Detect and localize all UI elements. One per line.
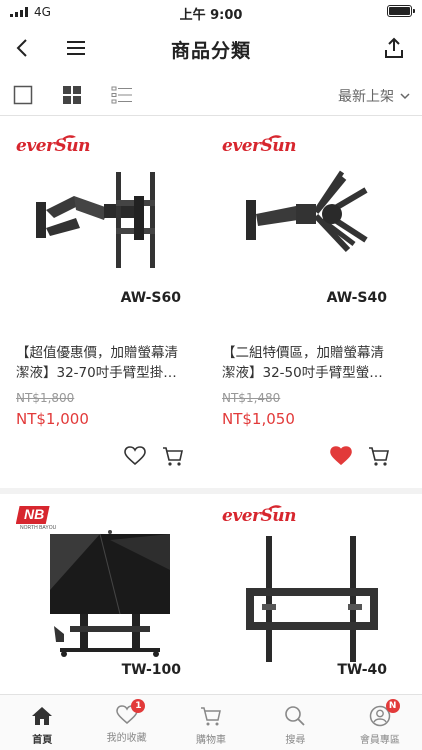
original-price: NT$1,800 [16,391,75,405]
status-time: 上午 9:00 [179,8,243,23]
tab-cart[interactable]: 購物車 [169,695,253,750]
brand-name: everSun [222,136,296,156]
search-icon [285,706,306,726]
brand-name: everSun [222,506,296,526]
sort-label: 最新上架 [338,89,394,105]
tab-bar: 首頁 1 我的收藏 購物車 搜尋 N 會員專區 [0,694,422,750]
tab-label: 首頁 [32,735,53,746]
original-price: NT$1,480 [222,391,281,405]
list-view-single-button[interactable] [12,84,34,106]
row-divider [0,488,422,494]
model-code: TW-40 [337,662,387,678]
product-name-line1: 【超值優惠價，加贈螢幕清 [16,345,178,361]
square-icon [13,85,33,105]
brand-name: NB [24,506,45,522]
product-name-line1: 【二組特價區，加贈螢幕清 [222,345,384,361]
product-image [36,172,155,268]
cart-icon [369,447,389,466]
product-image [50,530,170,657]
page-title: 商品分類 [170,40,251,62]
cart-icon [201,707,221,726]
product-name: 【二組特價區，加贈螢幕清 潔液】32-50吋手臂型螢… [222,343,402,383]
product-card[interactable]: everSun AW-S40 【二組特價區，加贈螢幕清 潔液】32-50吋手臂型… [206,118,411,488]
chevron-down-icon [400,92,410,99]
cart-icon [163,447,183,466]
card-actions [123,444,185,468]
product-image [246,536,378,662]
add-to-cart-button[interactable] [367,444,391,468]
nav-bar: 商品分類 [0,24,422,72]
tab-label: 搜尋 [285,735,306,746]
product-grid: everSun AW-S60 【超值優惠價，加贈螢幕清 潔液】32-70吋手臂型… [0,118,422,694]
model-code: AW-S60 [120,290,181,306]
heart-outline-icon [124,446,146,466]
tab-search[interactable]: 搜尋 [253,695,337,750]
tab-home[interactable]: 首頁 [0,695,84,750]
tab-label: 我的收藏 [106,733,147,744]
sort-dropdown[interactable]: 最新上架 [338,86,410,106]
model-code: AW-S40 [326,290,387,306]
share-icon [385,37,403,58]
brand-logo: everSun [16,134,96,160]
add-to-cart-button[interactable] [161,444,185,468]
list-view-button[interactable] [111,84,133,106]
favorites-badge: 1 [131,699,146,713]
tab-label: 會員專區 [359,735,400,746]
card-actions [329,444,391,468]
heart-filled-icon [330,446,352,466]
favorite-button[interactable] [329,444,353,468]
brand-logo: everSun [222,504,302,530]
list-icon [111,86,132,104]
favorite-button[interactable] [123,444,147,468]
member-badge: N [385,699,400,713]
brand-name: everSun [16,136,90,156]
sale-price: NT$1,000 [16,410,89,428]
grid-view-button[interactable] [61,84,83,106]
status-bar: 4G 上午 9:00 [0,0,422,24]
tab-favorites[interactable]: 1 我的收藏 [84,695,168,750]
battery-icon [387,5,415,17]
product-name-line2: 潔液】32-50吋手臂型螢… [222,365,383,381]
grid-icon [63,86,81,104]
tab-label: 購物車 [196,735,227,746]
product-card[interactable]: NB NORTH BAYOU TW-100 [0,494,205,694]
product-image [246,170,368,253]
model-code: TW-100 [121,662,181,678]
product-card[interactable]: everSun TW-40 [206,494,411,694]
home-icon [32,707,53,725]
tab-member[interactable]: N 會員專區 [338,695,422,750]
filter-bar: 最新上架 [0,76,422,116]
brand-logo: everSun [222,134,302,160]
product-card[interactable]: everSun AW-S60 【超值優惠價，加贈螢幕清 潔液】32-70吋手臂型… [0,118,205,488]
sale-price: NT$1,050 [222,410,295,428]
product-name: 【超值優惠價，加贈螢幕清 潔液】32-70吋手臂型掛… [16,343,196,383]
share-button[interactable] [380,34,408,62]
product-name-line2: 潔液】32-70吋手臂型掛… [16,365,177,381]
